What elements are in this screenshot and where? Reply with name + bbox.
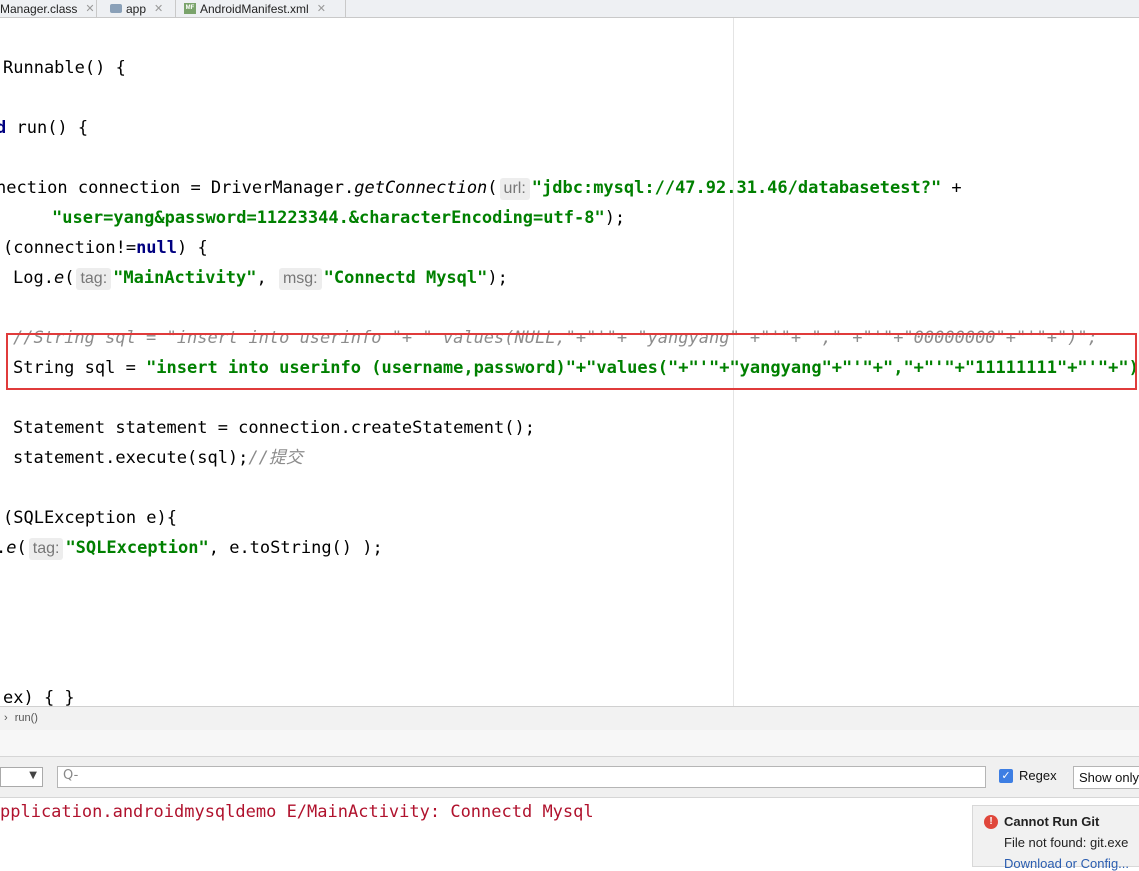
code-line: ex) { } bbox=[3, 688, 75, 706]
code-line: .e(tag:"SQLException", e.toString() ); bbox=[0, 538, 383, 560]
regex-label: Regex bbox=[1019, 768, 1057, 783]
editor-tab-bar: Manager.class ✕ app ✕ MF AndroidManifest… bbox=[0, 0, 1139, 18]
close-icon[interactable]: ✕ bbox=[317, 2, 326, 15]
code-editor[interactable]: Runnable() { d run() { nection connectio… bbox=[0, 18, 1139, 706]
close-icon[interactable]: ✕ bbox=[85, 2, 94, 15]
chevron-down-icon: ▼ bbox=[29, 770, 37, 781]
notification-title: Cannot Run Git bbox=[1004, 814, 1100, 829]
code-line: "user=yang&password=11223344.&characterE… bbox=[52, 208, 626, 228]
close-icon[interactable]: ✕ bbox=[154, 2, 163, 15]
parameter-hint: tag: bbox=[76, 268, 112, 290]
logcat-search-input[interactable]: Q- bbox=[57, 766, 986, 788]
code-line: (connection!=null) { bbox=[3, 238, 208, 258]
tab-label: Manager.class bbox=[0, 1, 78, 16]
code-comment: //String sql = "insert into userinfo "+ … bbox=[13, 328, 1098, 348]
module-icon bbox=[110, 4, 122, 13]
logcat-toolbar: ▼ Q- ✓ Regex Show only bbox=[0, 757, 1139, 798]
tab-app[interactable]: app ✕ bbox=[104, 0, 176, 17]
breadcrumb: › run() bbox=[0, 706, 1139, 730]
code-line: nection connection = DriverManager.getCo… bbox=[0, 178, 962, 200]
error-icon: ! bbox=[984, 815, 998, 829]
regex-checkbox[interactable]: ✓ Regex bbox=[999, 768, 1057, 783]
code-line: Log.e(tag: "MainActivity", msg: "Connectd … bbox=[13, 268, 508, 290]
parameter-hint: msg: bbox=[278, 268, 322, 290]
code-line-highlighted: String sql = "insert into userinfo (user… bbox=[13, 358, 1139, 378]
code-line: (SQLException e){ bbox=[3, 508, 177, 528]
code-line: Statement statement = connection.createS… bbox=[13, 418, 535, 438]
download-config-link[interactable]: Download or Config... bbox=[1004, 856, 1129, 871]
code-line: Runnable() { bbox=[3, 58, 126, 78]
code-line: statement.execute(sql);//提交 bbox=[13, 448, 303, 468]
logcat-output[interactable]: pplication.androidmysqldemo E/MainActivi… bbox=[0, 798, 1139, 863]
search-icon: Q- bbox=[63, 768, 79, 783]
tab-manager-class[interactable]: Manager.class ✕ bbox=[0, 0, 97, 17]
tool-window-header bbox=[0, 730, 1139, 757]
git-error-notification[interactable]: ! Cannot Run Git File not found: git.exe… bbox=[972, 805, 1139, 871]
show-only-dropdown[interactable]: Show only bbox=[1073, 766, 1139, 789]
chevron-right-icon: › bbox=[4, 712, 8, 724]
parameter-hint: tag: bbox=[28, 538, 64, 560]
code-line: d run() { bbox=[0, 118, 89, 138]
checkbox-checked-icon[interactable]: ✓ bbox=[999, 768, 1013, 783]
tab-label: app bbox=[126, 1, 147, 16]
breadcrumb-item-run[interactable]: run() bbox=[15, 712, 38, 724]
log-entry: pplication.androidmysqldemo E/MainActivi… bbox=[0, 802, 594, 822]
log-level-dropdown[interactable]: ▼ bbox=[0, 767, 43, 787]
parameter-hint: url: bbox=[499, 178, 530, 200]
tab-label: AndroidManifest.xml bbox=[200, 1, 309, 16]
tab-android-manifest[interactable]: MF AndroidManifest.xml ✕ bbox=[178, 0, 346, 17]
manifest-file-icon: MF bbox=[184, 3, 196, 14]
notification-body: File not found: git.exe bbox=[1004, 835, 1129, 850]
